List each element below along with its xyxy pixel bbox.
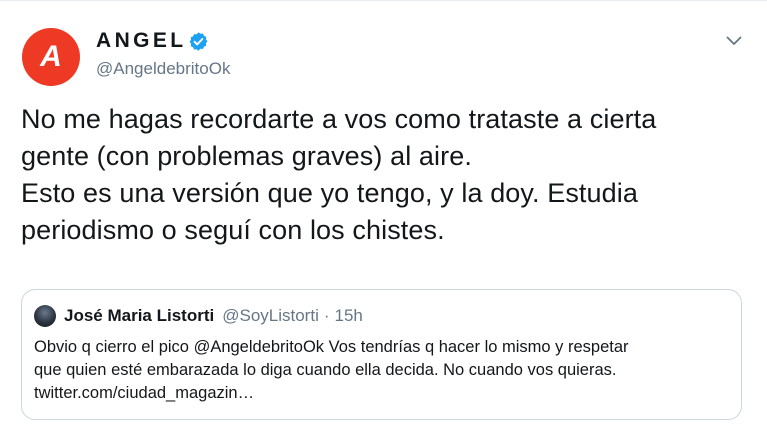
tweet-text-line: gente (con problemas graves) al aire. — [21, 141, 472, 171]
quoted-tweet-header: José Maria Listorti @SoyListorti · 15h — [34, 305, 363, 327]
quoted-tweet[interactable]: José Maria Listorti @SoyListorti · 15h O… — [21, 289, 742, 420]
quoted-timestamp: 15h — [334, 306, 363, 325]
author-avatar[interactable]: A — [22, 28, 80, 86]
verified-badge-icon — [189, 31, 207, 51]
quoted-separator: · — [323, 306, 330, 325]
tweet-text: No me hagas recordarte a vos como tratas… — [21, 101, 741, 249]
quoted-link[interactable]: twitter.com/ciudad_magazin… — [34, 382, 734, 405]
author-handle[interactable]: @AngeldebritoOk — [96, 59, 230, 79]
tweet-card: A ANGEL @AngeldebritoOk No me hagas reco… — [0, 0, 767, 439]
tweet-text-line: Esto es una versión que yo tengo, y la d… — [21, 178, 638, 208]
quoted-text-line: que quien esté embarazada lo diga cuando… — [34, 361, 617, 379]
quoted-author-handle: @SoyListorti — [222, 306, 319, 325]
author-display-name[interactable]: ANGEL — [96, 29, 187, 53]
avatar-logo-letter: A — [40, 40, 62, 73]
quoted-text-line: Obvio q cierro el pico @AngeldebritoOk V… — [34, 338, 629, 356]
author-name-row: ANGEL — [96, 29, 209, 53]
quoted-author-name: José Maria Listorti — [64, 306, 215, 325]
tweet-text-line: periodismo o seguí con los chistes. — [21, 215, 445, 245]
tweet-menu-button[interactable] — [722, 31, 746, 51]
chevron-down-icon — [726, 36, 742, 45]
quoted-tweet-text: Obvio q cierro el pico @AngeldebritoOk V… — [34, 336, 734, 405]
quoted-author-avatar — [34, 305, 56, 327]
tweet-text-line: No me hagas recordarte a vos como tratas… — [21, 104, 657, 134]
